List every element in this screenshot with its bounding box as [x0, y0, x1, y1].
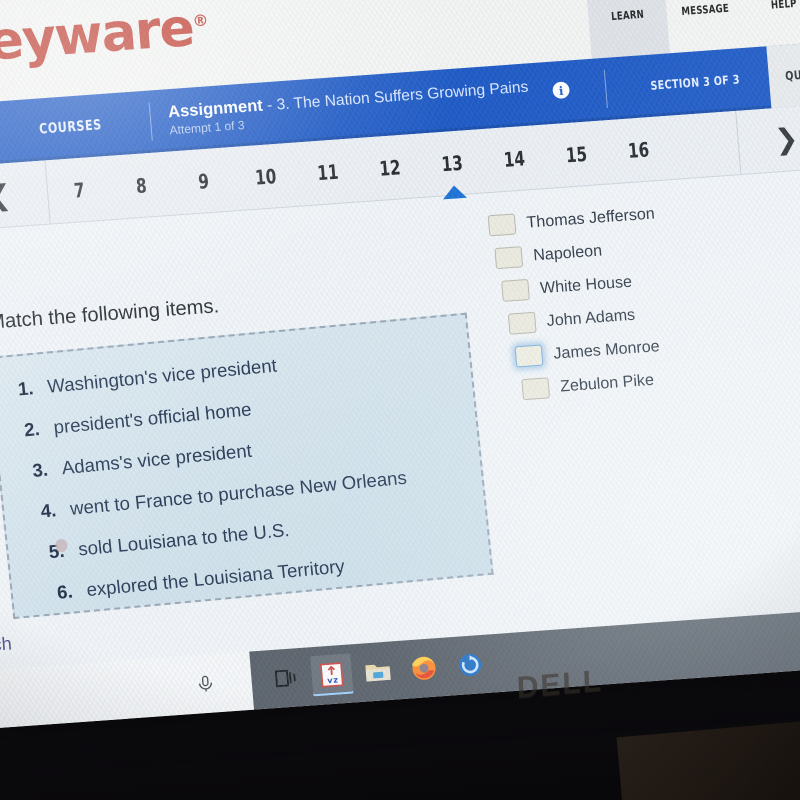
photo-scene: sseyware® LEARN MESSAGE HELP COURSES Ass…	[0, 0, 800, 800]
option-label: White House	[539, 273, 633, 297]
option-row-zebulon-pike[interactable]: Zebulon Pike	[521, 359, 800, 401]
header-tool-message[interactable]: 15 MESSAGE	[660, 0, 748, 53]
header-tool-learn[interactable]: LEARN	[582, 0, 670, 59]
match-item-number: 3.	[31, 458, 49, 481]
refresh-circle-icon[interactable]	[448, 643, 491, 686]
pager-page-14[interactable]: 14	[487, 145, 541, 173]
option-label: Napoleon	[532, 241, 603, 264]
match-item-text: explored the Louisiana Territory	[85, 555, 346, 601]
match-item-text: president's official home	[52, 398, 253, 438]
pager-page-15[interactable]: 15	[549, 140, 603, 168]
option-label: Thomas Jefferson	[525, 204, 656, 232]
firefox-icon[interactable]	[402, 647, 445, 690]
pager-page-7[interactable]: 7	[52, 176, 106, 204]
header-tool-label: MESSAGE	[681, 1, 730, 19]
match-item-number: 4.	[39, 499, 58, 522]
pager-page-13-active[interactable]: 13	[425, 149, 479, 177]
info-icon[interactable]: i	[551, 79, 573, 105]
pager-page-9[interactable]: 9	[176, 167, 230, 195]
pager-page-10[interactable]: 10	[239, 162, 293, 190]
section-indicator: SECTION 3 OF 3	[650, 72, 741, 93]
match-item-number: 1.	[16, 377, 35, 400]
match-item-text: sold Louisiana to the U.S.	[77, 518, 291, 560]
file-explorer-icon[interactable]	[356, 650, 399, 693]
lightbulb-icon	[609, 0, 642, 3]
option-input-box[interactable]	[494, 246, 524, 270]
svg-text:z: z	[333, 675, 339, 684]
brand-logo-text: sseyware	[0, 0, 196, 77]
option-label: James Monroe	[552, 337, 661, 363]
match-item-3: 3. Adams's vice president	[31, 440, 252, 482]
match-item-2: 2. president's official home	[23, 398, 252, 441]
chevron-left-icon[interactable]: ❮	[0, 160, 51, 231]
pager-page-8[interactable]: 8	[114, 171, 168, 199]
match-options-list: Thomas Jefferson Napoleon White House Jo…	[487, 194, 800, 414]
match-item-text: Adams's vice president	[60, 439, 253, 479]
match-item-1: 1. Washington's vice president	[17, 355, 278, 401]
nav-tab-courses[interactable]: COURSES	[15, 116, 125, 140]
nav-divider	[148, 102, 153, 141]
brand-registered-mark: ®	[191, 10, 208, 31]
option-input-box[interactable]	[507, 311, 537, 335]
pager-page-16[interactable]: 16	[611, 136, 665, 164]
nav-tab-cut-left[interactable]: S	[0, 124, 5, 144]
option-input-box[interactable]	[501, 278, 530, 302]
match-items-panel: 1. Washington's vice president 2. presid…	[0, 312, 494, 620]
brand-logo[interactable]: sseyware®	[0, 0, 210, 77]
match-item-number: 6.	[56, 580, 74, 603]
option-input-box[interactable]	[487, 213, 517, 237]
laptop-screen: sseyware® LEARN MESSAGE HELP COURSES Ass…	[0, 0, 800, 729]
questions-tab[interactable]: QUE	[766, 42, 800, 109]
pager-page-11[interactable]: 11	[301, 158, 355, 186]
task-view-icon[interactable]	[264, 657, 307, 700]
nav-divider-right	[604, 69, 609, 109]
header-tool-label: HELP	[770, 0, 798, 12]
header-tool-help[interactable]: ? HELP	[738, 0, 800, 48]
cut-off-text-bottom-left: ch	[0, 633, 13, 655]
pager-page-12[interactable]: 12	[363, 154, 417, 182]
chevron-right-icon[interactable]: ❯	[735, 104, 800, 175]
match-item-6: 6. explored the Louisiana Territory	[56, 555, 346, 604]
match-item-text: went to France to purchase New Orleans	[69, 466, 408, 519]
option-label: Zebulon Pike	[559, 371, 655, 395]
option-input-box-focused[interactable]	[514, 344, 544, 368]
header-tool-label: LEARN	[610, 7, 645, 24]
option-label: John Adams	[546, 306, 636, 330]
option-input-box[interactable]	[521, 377, 551, 401]
question-prompt: Match the following items.	[0, 295, 220, 334]
match-item-number: 2.	[23, 417, 41, 441]
microphone-icon[interactable]	[184, 662, 227, 705]
match-item-text: Washington's vice president	[46, 354, 278, 397]
match-item-5: 5. sold Louisiana to the U.S.	[48, 519, 291, 563]
app-icon[interactable]: v z	[310, 653, 354, 697]
